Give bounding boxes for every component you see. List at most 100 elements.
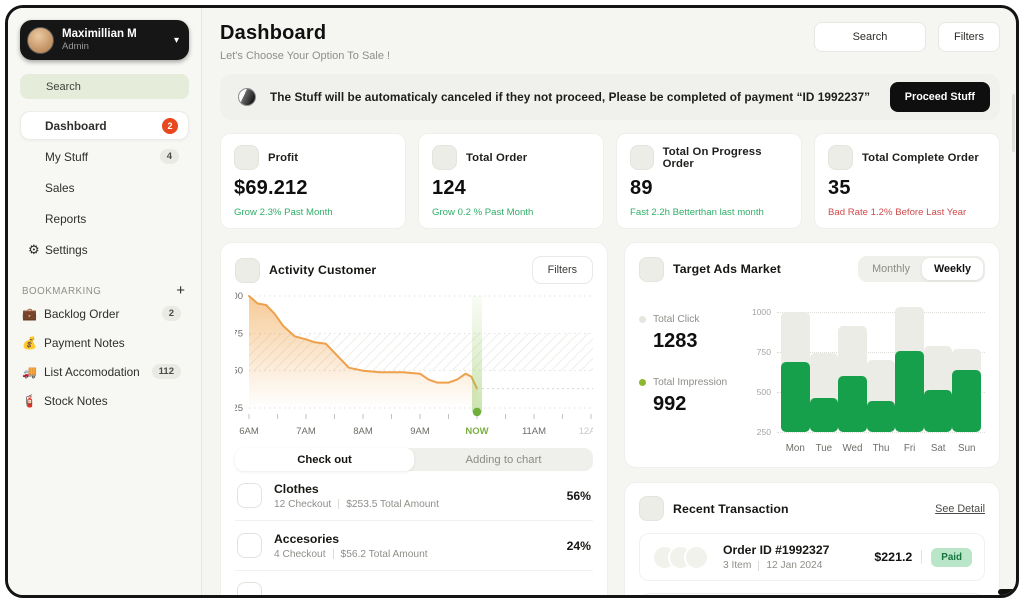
header-filters-button[interactable]: Filters [938,22,1000,52]
sidebar-item-settings[interactable]: ⚙Settings [20,235,189,264]
activity-filters-button[interactable]: Filters [532,256,593,284]
svg-text:25: 25 [235,403,243,414]
product-row-partial[interactable] [235,571,593,595]
bookmark-item-backlog-order[interactable]: 💼Backlog Order2 [20,300,189,327]
target-bar-chart[interactable]: 2505007501000MonTueWedThuFriSatSun [747,298,985,454]
truck-icon: 🚚 [22,365,44,379]
activity-customer-panel: Activity Customer Filters 2550751006AM7A… [220,242,608,595]
sidebar-item-reports[interactable]: Reports [20,204,189,233]
vertical-scrollbar[interactable] [1012,94,1015,152]
tab-adding-to-chart[interactable]: Adding to chart [414,448,593,471]
product-checkbox[interactable] [237,582,262,596]
bar-total-impression [895,351,924,432]
contrast-icon [238,88,256,106]
stock-icon: 🧯 [22,394,44,408]
product-checkbox[interactable] [237,483,262,508]
bar-group-tue[interactable] [810,298,839,432]
x-tick-label: Wed [838,443,867,454]
svg-text:11AM: 11AM [522,426,546,437]
page-subtitle: Let's Choose Your Option To Sale ! [220,50,390,62]
divider [333,549,334,559]
bar-group-thu[interactable] [867,298,896,432]
sidebar-item-label: Dashboard [45,119,162,133]
svg-text:12AM: 12AM [579,426,593,437]
target-legend: Total Click1283Total Impression992 [639,298,747,454]
bookmark-label: Backlog Order [44,307,162,321]
legend-dot [639,316,646,323]
bar-group-sun[interactable] [952,298,981,432]
product-checkout-count: 4 Checkout [274,549,326,560]
sidebar-item-sales[interactable]: Sales [20,173,189,202]
avatar [684,545,709,570]
notice-banner: The Stuff will be automaticaly canceled … [220,74,1000,120]
search-input[interactable]: Search [20,74,189,99]
bar-group-sat[interactable] [924,298,953,432]
stat-icon [630,145,654,170]
bar-group-wed[interactable] [838,298,867,432]
stat-note: Bad Rate 1.2% Before Last Year [828,207,986,218]
svg-text:8AM: 8AM [353,426,373,437]
stats-row: Profit$69.212Grow 2.3% Past MonthTotal O… [220,133,1000,229]
sidebar-item-label: Settings [45,243,179,257]
user-name: Maximillian M [62,28,168,41]
x-tick-label: Sat [924,443,953,454]
stat-title: Profit [268,152,298,164]
add-bookmark-button[interactable]: + [176,284,185,298]
x-tick-label: Fri [895,443,924,454]
transaction-order-id: Order ID #1992327 [723,543,874,557]
tab-check-out[interactable]: Check out [235,448,414,471]
bar-total-impression [810,398,839,432]
stat-card-profit: Profit$69.212Grow 2.3% Past Month [220,133,406,229]
stat-title: Total Order [466,152,527,164]
stat-title: Total On Progress Order [663,146,788,170]
product-row[interactable]: Clothes12 Checkout$253.5 Total Amount56% [235,471,593,521]
product-checkbox[interactable] [237,533,262,558]
bookmark-item-stock-notes[interactable]: 🧯Stock Notes [20,387,189,414]
search-button[interactable]: Search [814,22,926,52]
stat-title: Total Complete Order [862,152,979,164]
transaction-amount: $221.2 [874,550,912,564]
money-bag-icon: 💰 [22,336,44,350]
activity-panel-title: Activity Customer [269,263,532,277]
product-row[interactable]: Accesories4 Checkout$56.2 Total Amount24… [235,521,593,571]
bookmark-item-list-accomodation[interactable]: 🚚List Accomodation112 [20,358,189,385]
chevron-down-icon[interactable]: ▾ [168,35,179,46]
bar-group-mon[interactable] [781,298,810,432]
transaction-panel-icon [639,496,664,521]
divider [338,499,339,509]
transaction-list: Order ID #19923273 Item12 Jan 2024$221.2… [639,533,985,581]
transaction-row[interactable]: Order ID #19923273 Item12 Jan 2024$221.2… [639,533,985,581]
bar-groups [781,298,981,432]
legend-label: Total Impression [639,377,747,388]
user-profile-card[interactable]: Maximillian M Admin ▾ [20,20,189,60]
stat-value: 124 [432,177,590,200]
svg-text:NOW: NOW [465,426,488,437]
sidebar-item-my-stuff[interactable]: My Stuff4 [20,142,189,171]
bar-group-fri[interactable] [895,298,924,432]
product-list: Clothes12 Checkout$253.5 Total Amount56%… [235,471,593,571]
stat-icon [234,145,259,170]
bookmark-label: Stock Notes [44,394,181,408]
transaction-date: 12 Jan 2024 [766,560,822,571]
activity-line-chart[interactable]: 2550751006AM7AM8AM9AMNOW11AM12AM [235,290,593,442]
sidebar: Maximillian M Admin ▾ Search Dashboard2M… [8,8,202,595]
gear-icon: ⚙ [28,243,45,256]
toggle-weekly[interactable]: Weekly [922,258,983,280]
see-detail-link[interactable]: See Detail [935,503,985,515]
target-panel-title: Target Ads Market [673,262,858,276]
product-total-amount: $56.2 Total Amount [341,549,428,560]
toggle-monthly[interactable]: Monthly [860,258,922,280]
proceed-stuff-button[interactable]: Proceed Stuff [890,82,990,112]
product-percent: 56% [567,489,591,503]
product-total-amount: $253.5 Total Amount [346,499,439,510]
sidebar-item-dashboard[interactable]: Dashboard2 [20,111,189,140]
transaction-row-partial[interactable] [639,593,985,595]
stat-note: Fast 2.2h Betterthan last month [630,207,788,218]
svg-text:7AM: 7AM [296,426,316,437]
recent-transaction-panel: Recent Transaction See Detail Order ID #… [624,482,1000,595]
stat-value: $69.212 [234,177,392,200]
svg-text:9AM: 9AM [410,426,430,437]
legend-label: Total Click [639,314,747,325]
horizontal-scrollbar[interactable] [998,589,1016,595]
bookmark-item-payment-notes[interactable]: 💰Payment Notes [20,329,189,356]
